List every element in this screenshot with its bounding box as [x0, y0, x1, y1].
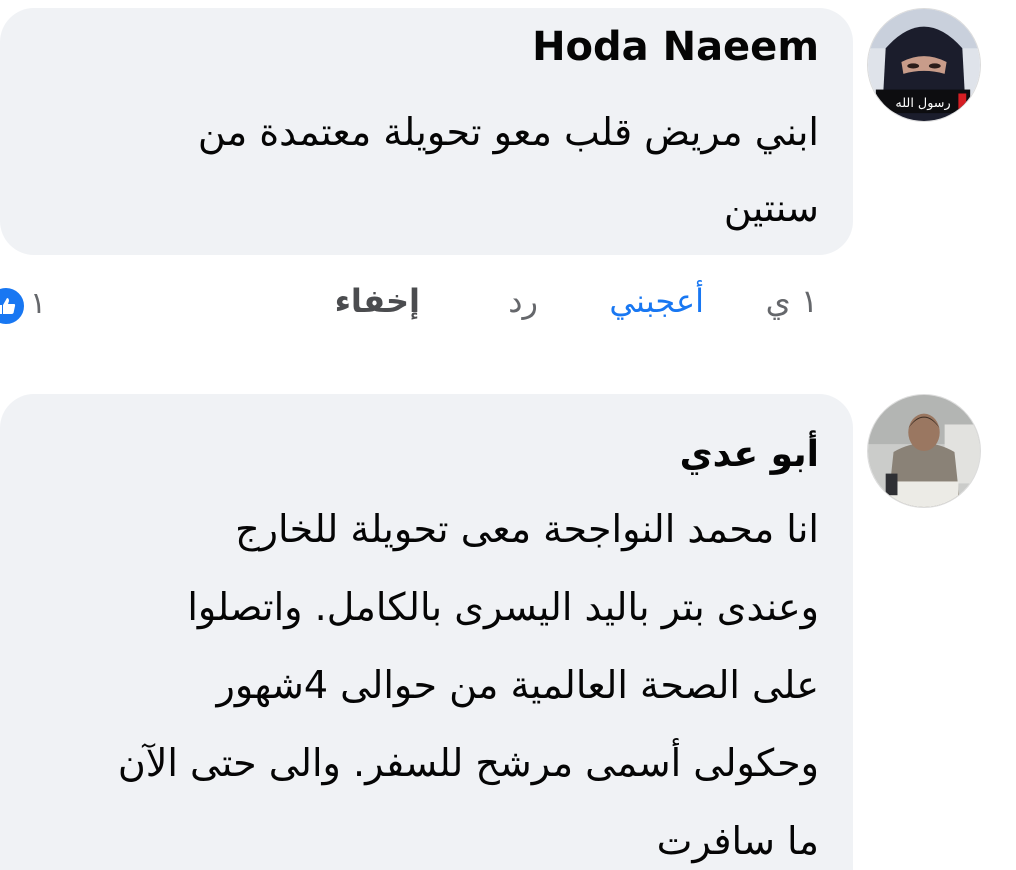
- woman-in-niqab-avatar: رسول الله: [868, 9, 980, 121]
- comment-bubble: Hoda Naeem ابني مريض قلب معو تحويلة معتم…: [0, 8, 853, 255]
- comment-text: انا محمد النواجحة معى تحويلة للخارج وعند…: [118, 490, 819, 870]
- comment-text-line: ما سافرت: [656, 819, 819, 863]
- like-button[interactable]: أعجبني: [609, 282, 704, 320]
- commenter-avatar-abu-odai[interactable]: [867, 394, 981, 508]
- comment-bubble: أبو عدي انا محمد النواجحة معى تحويلة للخ…: [0, 394, 853, 870]
- comment-text-line: سنتين: [723, 186, 819, 230]
- comment-actions: ١ ي أعجبني رد إخفاء: [0, 282, 1016, 332]
- hide-button[interactable]: إخفاء: [335, 282, 420, 320]
- comment-timestamp[interactable]: ١ ي: [766, 282, 818, 320]
- comment-text-line: وعندى بتر باليد اليسرى بالكامل. واتصلوا: [187, 585, 819, 629]
- commenter-avatar-hoda-naeem[interactable]: رسول الله: [867, 8, 981, 122]
- comment-author[interactable]: أبو عدي: [680, 434, 819, 475]
- avatar-caption: رسول الله: [895, 96, 950, 111]
- man-portrait-avatar: [868, 395, 980, 507]
- comment-text-line: وحكولى أسمى مرشح للسفر. والى حتى الآن: [117, 741, 819, 785]
- comment-text-line: انا محمد النواجحة معى تحويلة للخارج: [235, 507, 819, 551]
- thumbs-up-icon: [0, 286, 26, 326]
- comment-author[interactable]: Hoda Naeem: [532, 24, 819, 70]
- reaction-count: ١: [30, 286, 47, 321]
- reply-button[interactable]: رد: [508, 282, 538, 320]
- comment-text-line: على الصحة العالمية من حوالى 4شهور: [216, 663, 820, 707]
- reaction-summary[interactable]: ١: [0, 286, 46, 326]
- comments-thread: رسول الله Hoda Naeem ابني مريض قلب معو ت…: [0, 0, 1016, 870]
- comment-text: ابني مريض قلب معو تحويلة معتمدة من سنتين: [198, 94, 819, 246]
- comment-text-line: ابني مريض قلب معو تحويلة معتمدة من: [197, 110, 819, 154]
